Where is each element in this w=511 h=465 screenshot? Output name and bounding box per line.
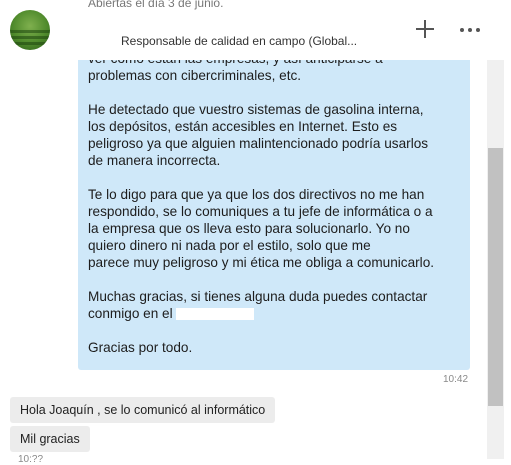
redacted-contact	[176, 308, 255, 321]
contact-headline[interactable]: Responsable de calidad en campo (Global.…	[121, 34, 357, 48]
message-timestamp: 10:42	[443, 374, 469, 385]
outgoing-message-bubble: ver como están las empresas, y así antic…	[78, 22, 470, 370]
chat-header: Abiertas el día 3 de junio. Responsable …	[0, 0, 511, 60]
message-paragraph: Te lo digo para que ya que los dos direc…	[88, 187, 435, 270]
incoming-message-bubble: Mil gracias	[10, 426, 90, 452]
incoming-message-bubble: Hola Joaquín , se lo comunicó al informá…	[10, 397, 276, 423]
scrollbar[interactable]	[487, 0, 504, 459]
previous-message-fragment: Abiertas el día 3 de junio.	[88, 0, 224, 10]
message-paragraph-thanks: Muchas gracias, si tienes alguna duda pu…	[88, 288, 464, 322]
scrollbar-thumb[interactable]	[488, 148, 503, 406]
thanks-line: Muchas gracias, si tienes alguna duda pu…	[88, 289, 428, 304]
outgoing-message-text: ver como están las empresas, y así antic…	[88, 50, 464, 373]
add-participant-button[interactable]	[412, 16, 438, 42]
message-paragraph: He detectado que vuestro sistemas de gas…	[88, 102, 429, 168]
conversation-pane: ver como están las empresas, y así antic…	[0, 0, 487, 465]
message-paragraph: Gracias por todo.	[88, 340, 193, 355]
message-timestamp: 10:??	[18, 454, 44, 465]
contact-avatar[interactable]	[10, 10, 50, 50]
more-options-button[interactable]	[458, 20, 482, 40]
ellipsis-icon	[460, 28, 464, 32]
thanks-line-prefix: conmigo en el	[88, 306, 177, 321]
